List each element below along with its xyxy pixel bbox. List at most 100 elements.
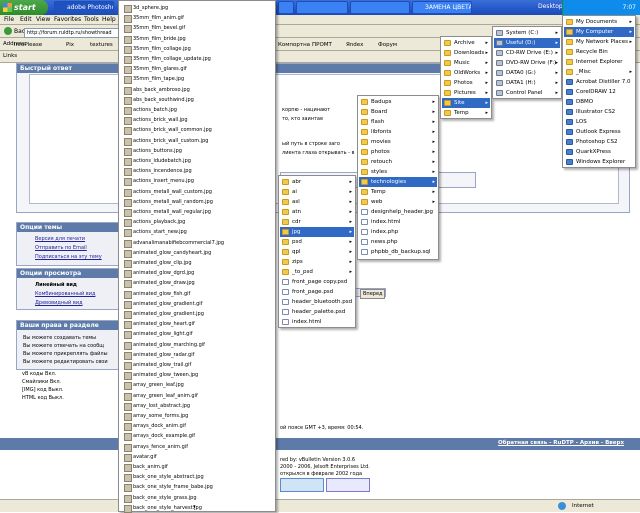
file-item[interactable]: advanalimanabifiebcommercial7.jpg [121,238,273,248]
site-item[interactable]: Temp [359,187,437,197]
file-item[interactable]: actions_buttons.jpg [121,146,273,156]
link-yandex[interactable]: Яndex [346,41,363,50]
file-item[interactable]: 35mm_film_tape.jpg [121,74,273,85]
print-link[interactable]: Версия для печати [35,235,85,243]
menu-edit[interactable]: Edit [20,16,32,23]
psfiles-item[interactable]: _to_psd [280,267,354,277]
site-item[interactable]: index.php [359,227,437,237]
file-item[interactable]: animated_glow_radar.gif [121,350,273,360]
useful-item[interactable]: OldWorks [442,68,490,78]
useful-item[interactable]: Temp [442,108,490,118]
file-item[interactable]: array_green_leaf.jpg [121,380,273,391]
menu-tools[interactable]: Tools [84,16,99,23]
psfiles-item[interactable]: asl [280,197,354,207]
start-item[interactable]: DBMO [564,97,634,107]
site-item[interactable]: index.html [359,217,437,227]
start-item[interactable]: My Network Places [564,37,634,47]
file-item[interactable]: 35mm_film_collage_update.jpg [121,54,273,64]
file-item[interactable]: actions_playback.jpg [121,217,273,228]
taskbar-window-5[interactable]: ЗАМЕНА ЦВЕТА, что... [412,1,472,14]
file-item[interactable]: animated_glow_tween.jpg [121,370,273,381]
address-input[interactable]: http://forum.ruldtp.ru/showthread [24,28,124,38]
psfiles-item[interactable]: header_bluetooth.psd [280,297,354,307]
file-item[interactable]: actions_insert_menu.jpg [121,176,273,187]
psfiles-item[interactable]: atn [280,207,354,217]
file-item[interactable]: 35mm_film_anim.gif [121,13,273,24]
file-item[interactable]: abs_back_southwind.jpg [121,95,273,105]
start-item[interactable]: Acrobat Distiller 7.0 [564,77,634,87]
file-item[interactable]: back_one_style_harvest.jpg [121,503,273,513]
file-item[interactable]: animated_glow_candyheart.jpg [121,248,273,258]
site-item[interactable]: technologies [359,177,437,187]
footer-links[interactable]: Обратная связь - RuDTP - Архив - Вверх [498,440,624,446]
start-item[interactable]: Outlook Express [564,127,634,137]
file-item[interactable]: animated_glow_clip.jpg [121,258,273,268]
site-item[interactable]: libfonts [359,127,437,137]
taskbar-photoshop[interactable]: adobe Photoshop [54,1,114,14]
start-item[interactable]: Windows Explorer [564,157,634,167]
subscribe-link[interactable]: Подписаться на эту тему [35,253,102,261]
site-item[interactable]: photos [359,147,437,157]
menu-favorites[interactable]: Favorites [54,16,81,23]
link-pix[interactable]: Pix [66,41,74,50]
menu-help[interactable]: Help [102,16,116,23]
file-item[interactable]: actions_brick_wall_common.jpg [121,125,273,136]
start-item[interactable]: Recycle Bin [564,47,634,57]
taskbar-window-4[interactable] [350,1,410,14]
desktop-toolbar-label[interactable]: Desktop [538,3,563,10]
file-item[interactable]: back_one_style_frame_babe.jpg [121,482,273,493]
site-item[interactable]: retouch [359,157,437,167]
useful-item[interactable]: Archive [442,38,490,48]
file-item[interactable]: array_green_leaf_anim.gif [121,391,273,401]
start-item[interactable]: CorelDRAW 12 [564,87,634,97]
file-item[interactable]: actions_incendence.jpg [121,166,273,177]
site-item[interactable]: movies [359,137,437,147]
file-item[interactable]: animated_glow_gradient.gif [121,299,273,309]
useful-item[interactable]: Photos [442,78,490,88]
useful-item[interactable]: Downloads [442,48,490,58]
psfiles-item[interactable]: abr [280,177,354,187]
threaded-view-link[interactable]: Древовидный вид [35,299,83,307]
psfiles-item[interactable]: front_page copy.psd [280,277,354,287]
taskbar-window-3[interactable] [296,1,348,14]
link-kompartna[interactable]: Компортна [278,41,310,50]
site-item[interactable]: flash [359,117,437,127]
file-item[interactable]: actions_brick_wall_custom.jpg [121,136,273,146]
site-item[interactable]: Badups [359,97,437,107]
file-item[interactable]: abs_back_ambroso.jpg [121,85,273,95]
start-item[interactable]: _Misc [564,67,634,77]
useful-item[interactable]: Site [442,98,490,108]
file-item[interactable]: back_one_style_grass.jpg [121,493,273,503]
link-promt[interactable]: ПРОМТ [312,41,332,50]
file-item[interactable]: actions_start_new.jpg [121,227,273,238]
start-button[interactable]: start [0,0,48,15]
file-item[interactable]: actions_metall_wall_random.jpg [121,197,273,207]
site-item[interactable]: designhelp_header.jpg [359,207,437,217]
link-infoplease[interactable]: infoPlease [14,41,42,50]
psfiles-item[interactable]: qpl [280,247,354,257]
drives-item[interactable]: Useful (D:) [494,38,560,48]
file-item[interactable]: arrays_dock_anim.gif [121,421,273,432]
menu-file[interactable]: File [4,16,14,23]
site-item[interactable]: styles [359,167,437,177]
menu-view[interactable]: View [36,16,50,23]
drives-item[interactable]: DVD-RW Drive (F:) [494,58,560,68]
file-item[interactable]: animated_glow_fish.gif [121,289,273,299]
counter-banner-1[interactable] [280,478,324,492]
drives-item[interactable]: DATA0 (G:) [494,68,560,78]
useful-item[interactable]: Music [442,58,490,68]
file-item[interactable]: animated_glow_draw.jpg [121,278,273,289]
linear-view[interactable]: Линейный вид [35,281,77,289]
file-item[interactable]: 35mm_film_bevel.gif [121,23,273,34]
psfiles-item[interactable]: zips [280,257,354,267]
hybrid-view-link[interactable]: Комбинированный вид [35,290,95,298]
psfiles-item[interactable]: header_palette.psd [280,307,354,317]
file-item[interactable]: animated_glow_gradient.jpg [121,309,273,319]
taskbar-window-2[interactable] [278,1,294,14]
start-item[interactable]: Photoshop CS2 [564,137,634,147]
psfiles-item[interactable]: psd [280,237,354,247]
psfiles-item[interactable]: ai [280,187,354,197]
start-item[interactable]: QuarkXPress [564,147,634,157]
file-item[interactable]: actions_metall_wall_regular.jpg [121,207,273,217]
link-textures[interactable]: textures [90,41,113,50]
